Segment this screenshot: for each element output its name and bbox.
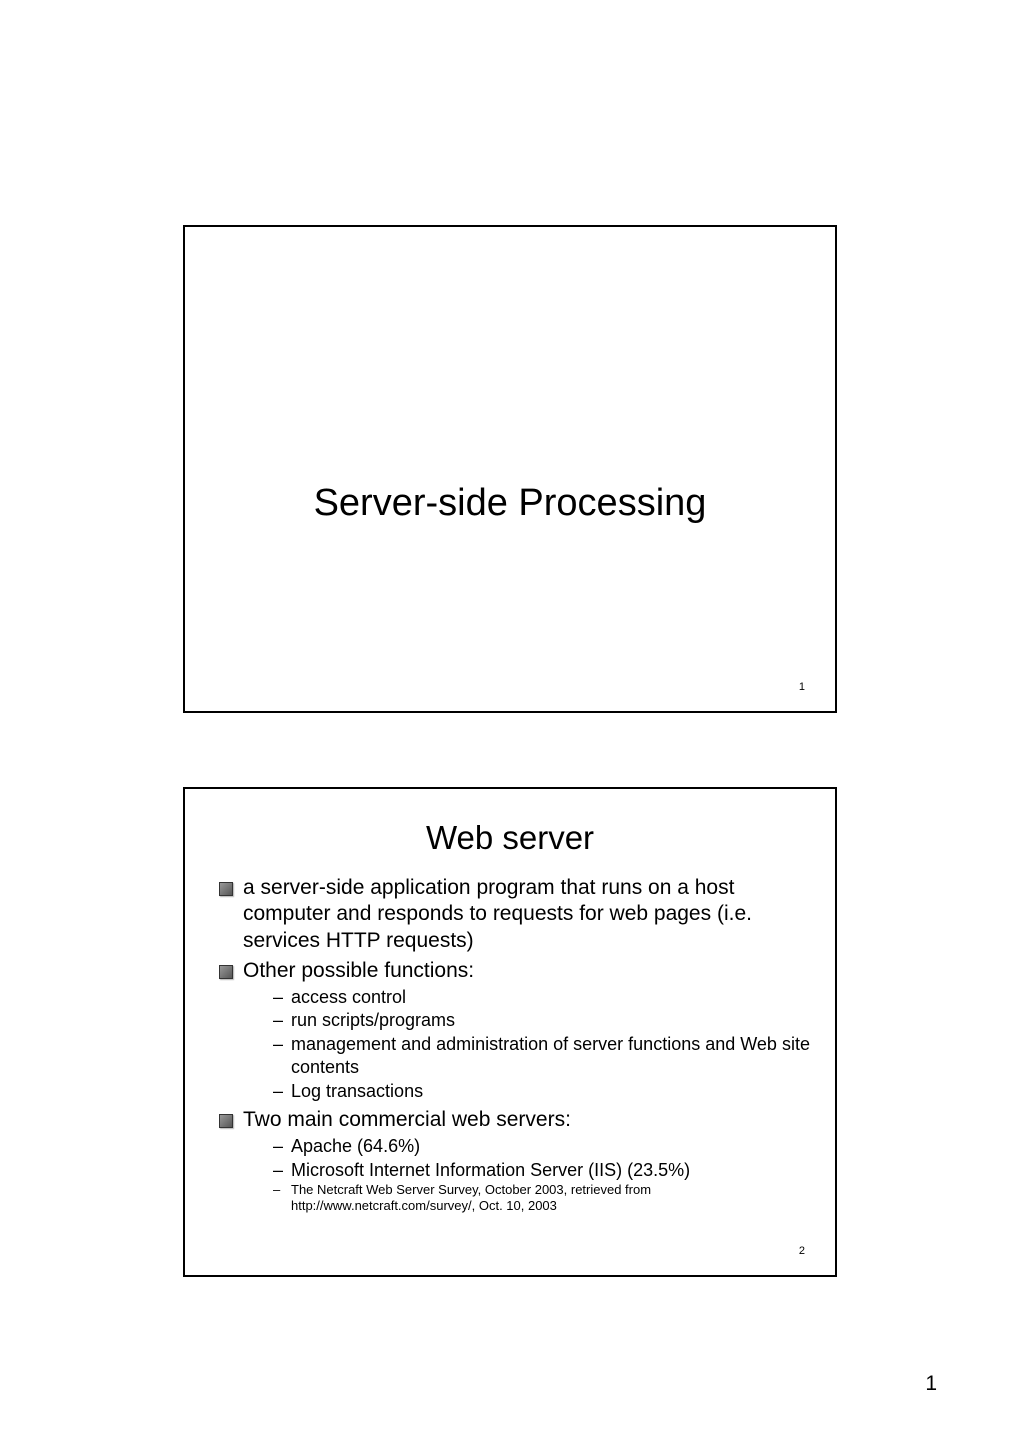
sub-list: access control run scripts/programs mana… [243,986,815,1103]
bullet-text: Other possible functions: [243,959,474,982]
page-number: 1 [925,1372,937,1396]
sub-item: run scripts/programs [273,1009,815,1032]
bullet-text: Two main commercial web servers: [243,1108,571,1131]
slide-2-body: Web server a server-side application pro… [185,789,835,1275]
sub-item: Apache (64.6%) [273,1135,815,1158]
sub-item: Log transactions [273,1080,815,1103]
sub-item: Microsoft Internet Information Server (I… [273,1159,815,1182]
sub-item: access control [273,986,815,1009]
slide-2-title: Web server [205,819,815,857]
bullet-item: Other possible functions: access control… [215,958,815,1103]
bullet-item: Two main commercial web servers: Apache … [215,1107,815,1215]
bullet-item: a server-side application program that r… [215,875,815,954]
slide-1-title: Server-side Processing [185,482,835,525]
sub-item: management and administration of server … [273,1033,815,1080]
bullet-text: a server-side application program that r… [243,876,752,952]
slide-1: Server-side Processing 1 [183,225,837,713]
bullet-list: a server-side application program that r… [205,875,815,1214]
slide-2-number: 2 [799,1245,805,1257]
slide-1-body: Server-side Processing 1 [185,227,835,711]
slide-2: Web server a server-side application pro… [183,787,837,1277]
sub-list: Apache (64.6%) Microsoft Internet Inform… [243,1135,815,1214]
slide-1-number: 1 [799,681,805,693]
sub-item-citation: The Netcraft Web Server Survey, October … [273,1182,815,1215]
